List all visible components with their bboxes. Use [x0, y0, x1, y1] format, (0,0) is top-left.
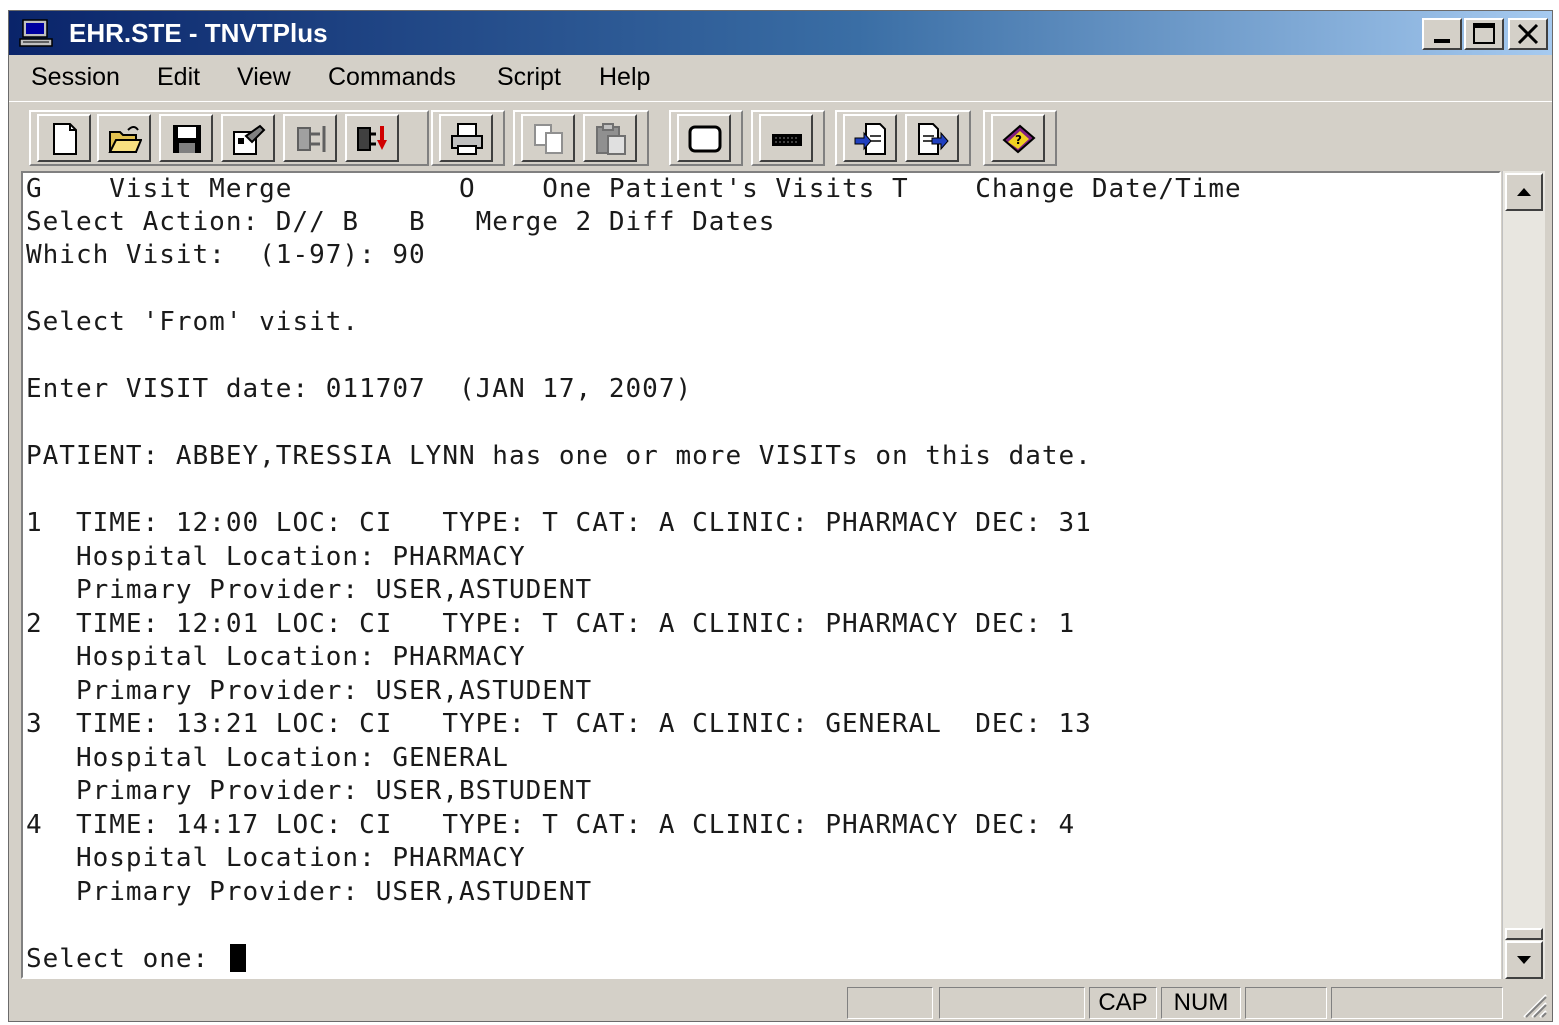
terminal-prompt: Select one:: [26, 944, 226, 974]
window-title: EHR.STE - TNVTPlus: [69, 18, 328, 48]
terminal-line: Primary Provider: USER,ASTUDENT: [26, 676, 593, 706]
terminal-line: Primary Provider: USER,ASTUDENT: [26, 575, 593, 605]
terminal-app-icon: [19, 19, 53, 47]
minimize-icon: [1434, 39, 1450, 43]
disconnect-icon: [357, 126, 387, 151]
scroll-up-button[interactable]: [1505, 173, 1543, 211]
status-panel: [939, 987, 1085, 1019]
copy-icon: [534, 124, 563, 154]
properties-button[interactable]: [221, 114, 275, 162]
menu-session[interactable]: Session: [31, 63, 120, 92]
open-button[interactable]: [97, 114, 151, 162]
app-window: EHR.STE - TNVTPlus Session Edit View Com…: [8, 10, 1553, 1022]
menu-script[interactable]: Script: [497, 63, 561, 92]
receive-file-button[interactable]: [905, 114, 959, 162]
menu-bar: Session Edit View Commands Script Help: [9, 55, 1552, 99]
paste-button[interactable]: [583, 114, 637, 162]
terminal-line: PATIENT: ABBEY,TRESSIA LYNN has one or m…: [26, 441, 1092, 471]
receive-file-icon: [918, 123, 949, 155]
terminal-line: Select 'From' visit.: [26, 307, 360, 337]
status-panel: [847, 987, 933, 1019]
disconnect-button[interactable]: [345, 114, 399, 162]
terminal-line: 3 TIME: 13:21 LOC: CI TYPE: T CAT: A CLI…: [26, 709, 1092, 739]
save-button[interactable]: [159, 114, 213, 162]
paste-icon: [596, 123, 626, 155]
terminal-line: 4 TIME: 14:17 LOC: CI TYPE: T CAT: A CLI…: [26, 810, 1076, 840]
properties-icon: [233, 124, 266, 155]
terminal-line: Hospital Location: PHARMACY: [26, 542, 526, 572]
connect-icon: [297, 126, 326, 152]
send-file-button[interactable]: [843, 114, 897, 162]
help-book-button[interactable]: ?: [991, 114, 1045, 162]
new-button[interactable]: [37, 114, 91, 162]
menu-commands[interactable]: Commands: [328, 63, 456, 92]
terminal-prompt-line[interactable]: Select one:: [26, 943, 246, 974]
close-button[interactable]: [1508, 18, 1548, 50]
text-cursor: [229, 943, 246, 972]
scroll-down-button[interactable]: [1505, 941, 1543, 979]
terminal-line: Select Action: D// B B Merge 2 Diff Date…: [26, 207, 776, 237]
status-panel: [1245, 987, 1327, 1019]
title-bar[interactable]: EHR.STE - TNVTPlus: [9, 11, 1552, 55]
help-book-icon: ?: [1002, 124, 1036, 154]
resize-grip-icon[interactable]: [1518, 989, 1548, 1019]
terminal-screen[interactable]: G Visit Merge O One Patient's Visits T C…: [21, 171, 1501, 979]
arrow-up-icon: [1517, 188, 1531, 196]
vertical-scrollbar[interactable]: [1502, 171, 1545, 979]
terminal-line: 1 TIME: 12:00 LOC: CI TYPE: T CAT: A CLI…: [26, 508, 1092, 538]
toolbar: ?: [9, 101, 1552, 172]
keyboard-button[interactable]: [759, 114, 813, 162]
caps-lock-indicator: CAP: [1089, 987, 1157, 1019]
minimize-button[interactable]: [1422, 18, 1462, 50]
terminal-line: Primary Provider: USER,BSTUDENT: [26, 776, 593, 806]
save-icon: [173, 125, 201, 153]
terminal-line: G Visit Merge O One Patient's Visits T C…: [26, 174, 1242, 204]
print-button[interactable]: [439, 114, 493, 162]
new-icon: [53, 123, 77, 155]
status-bar: CAP NUM: [9, 983, 1552, 1021]
status-panel: [1331, 987, 1503, 1019]
open-icon: [108, 126, 142, 153]
scroll-thumb[interactable]: [1505, 928, 1543, 940]
terminal-line: Hospital Location: PHARMACY: [26, 642, 526, 672]
terminal-line: Which Visit: (1-97): 90: [26, 240, 426, 270]
terminal-line: Hospital Location: PHARMACY: [26, 843, 526, 873]
keyboard-icon: [772, 134, 802, 146]
terminal-line: Hospital Location: GENERAL: [26, 743, 509, 773]
menu-view[interactable]: View: [237, 63, 291, 92]
num-lock-indicator: NUM: [1161, 987, 1241, 1019]
terminal-line: 2 TIME: 12:01 LOC: CI TYPE: T CAT: A CLI…: [26, 609, 1076, 639]
connect-button[interactable]: [283, 114, 337, 162]
svg-text:?: ?: [1015, 133, 1022, 147]
copy-button[interactable]: [521, 114, 575, 162]
print-icon: [451, 123, 483, 155]
menu-edit[interactable]: Edit: [157, 63, 200, 92]
screen-icon: [688, 125, 722, 153]
arrow-down-icon: [1517, 956, 1531, 964]
terminal-line: Primary Provider: USER,ASTUDENT: [26, 877, 593, 907]
maximize-button[interactable]: [1464, 18, 1504, 50]
screen-button[interactable]: [677, 114, 731, 162]
terminal-line: Enter VISIT date: 011707 (JAN 17, 2007): [26, 374, 693, 404]
send-file-icon: [854, 123, 886, 155]
maximize-icon: [1473, 23, 1495, 44]
menu-help[interactable]: Help: [599, 63, 650, 92]
close-icon: [1517, 23, 1539, 45]
